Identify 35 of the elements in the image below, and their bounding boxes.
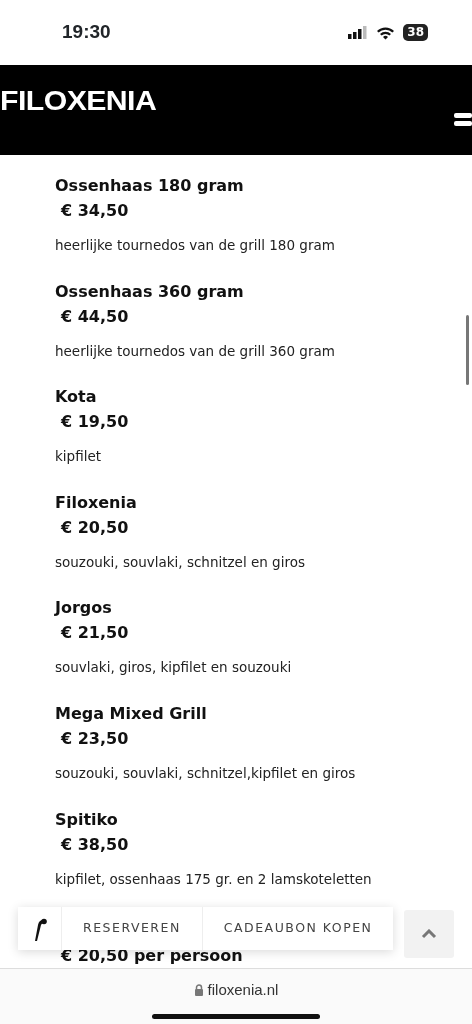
dish-price: € 34,50 [61, 200, 129, 222]
home-indicator[interactable] [152, 1013, 320, 1019]
dish-price: € 44,50 [61, 305, 129, 328]
dish-price: € 20,50 [61, 516, 129, 539]
dish-name: Mega Mixed Grill [55, 702, 208, 725]
dish-description: kipfilet, ossenhaas 175 gr. en 2 lamskoteletten [55, 869, 373, 889]
wifi-icon [376, 25, 396, 40]
signal-icon [348, 26, 369, 39]
dish-description: kipfilet [55, 447, 102, 467]
logo[interactable]: FILOXENIA [0, 81, 157, 122]
brand-icon [32, 916, 47, 941]
dish-description: heerlijke tournedos van de grill 180 gram [55, 236, 336, 255]
dish-price: € 38,50 [61, 833, 129, 856]
dish-name: Filoxenia [55, 491, 138, 514]
nav-button[interactable]: RESERVEREN [61, 907, 202, 950]
nav-button[interactable]: CADEAUBON KOPEN [201, 907, 394, 950]
dish-name: Ossenhaas 180 gram [55, 175, 245, 197]
chevron-up-icon [421, 929, 437, 939]
status-time: 19:30 [62, 20, 111, 45]
dish-price: € 19,50 [61, 411, 129, 434]
dish-name: Kota [55, 386, 98, 409]
dish-name: Spitiko [55, 808, 119, 831]
dish-price: € 21,50 [61, 622, 129, 645]
dish-description: heerlijke tournedos van de grill 360 gram [55, 341, 336, 361]
dish-description: souvlaki, giros, kipfilet en souzouki [55, 658, 293, 678]
battery-indicator: 38 [403, 24, 428, 41]
scrollbar [466, 315, 469, 385]
dish-name: Ossenhaas 360 gram [55, 280, 245, 303]
dish-name: Jorgos [55, 597, 113, 620]
dish-description: souzouki, souvlaki, schnitzel,kipfilet en giros [55, 763, 357, 783]
menu-icon[interactable] [454, 113, 472, 127]
dish-description: souzouki, souvlaki, schnitzel en giros [55, 552, 306, 572]
url-text[interactable]: filoxenia.nl [207, 979, 279, 1002]
lock-icon [193, 984, 204, 997]
dish-price: € 23,50 [61, 727, 129, 750]
